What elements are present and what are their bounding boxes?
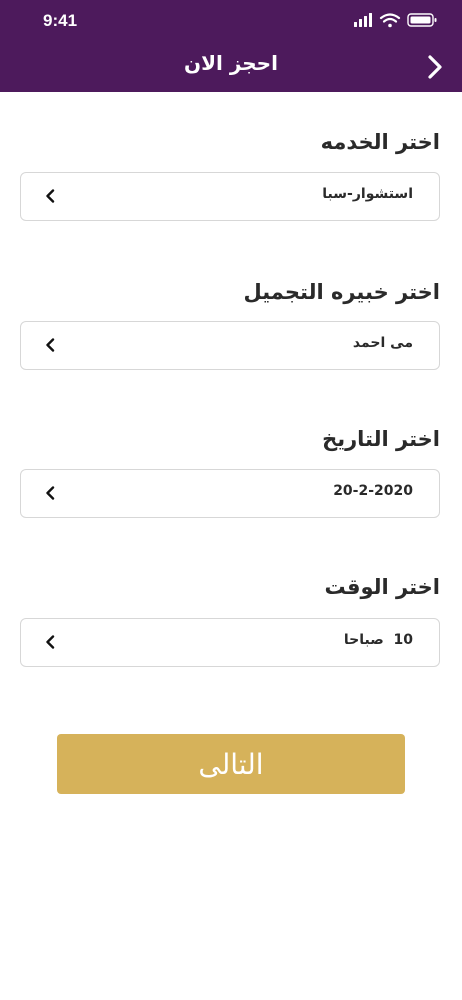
beautician-select[interactable]: مى احمد — [20, 321, 440, 370]
service-select[interactable]: استشوار-سبا — [20, 172, 440, 221]
wifi-icon — [379, 13, 401, 28]
next-button[interactable]: التالى — [57, 734, 405, 794]
chevron-left-icon — [46, 189, 55, 203]
chevron-left-icon — [46, 635, 55, 649]
date-value: 20-2-2020 — [333, 483, 413, 499]
time-select[interactable]: 10 صباحا — [20, 618, 440, 667]
page-title: احجز الان — [184, 51, 278, 75]
date-select[interactable]: 20-2-2020 — [20, 469, 440, 518]
time-label: اختر الوقت — [324, 575, 440, 599]
service-value: استشوار-سبا — [322, 186, 413, 202]
chevron-right-icon — [428, 55, 442, 79]
beautician-value: مى احمد — [352, 335, 413, 351]
battery-icon — [407, 13, 437, 27]
chevron-left-icon — [46, 486, 55, 500]
time-value: 10 صباحا — [343, 632, 413, 648]
status-icons — [354, 12, 438, 28]
chevron-left-icon — [46, 338, 55, 352]
service-label: اختر الخدمه — [320, 130, 440, 154]
back-button[interactable] — [424, 54, 446, 80]
cellular-signal-icon — [354, 13, 372, 27]
date-label: اختر التاريخ — [322, 427, 440, 451]
beautician-label: اختر خبيره التجميل — [243, 280, 440, 304]
app-header: 9:41 احجز الان — [0, 0, 462, 92]
status-time: 9:41 — [43, 11, 78, 30]
